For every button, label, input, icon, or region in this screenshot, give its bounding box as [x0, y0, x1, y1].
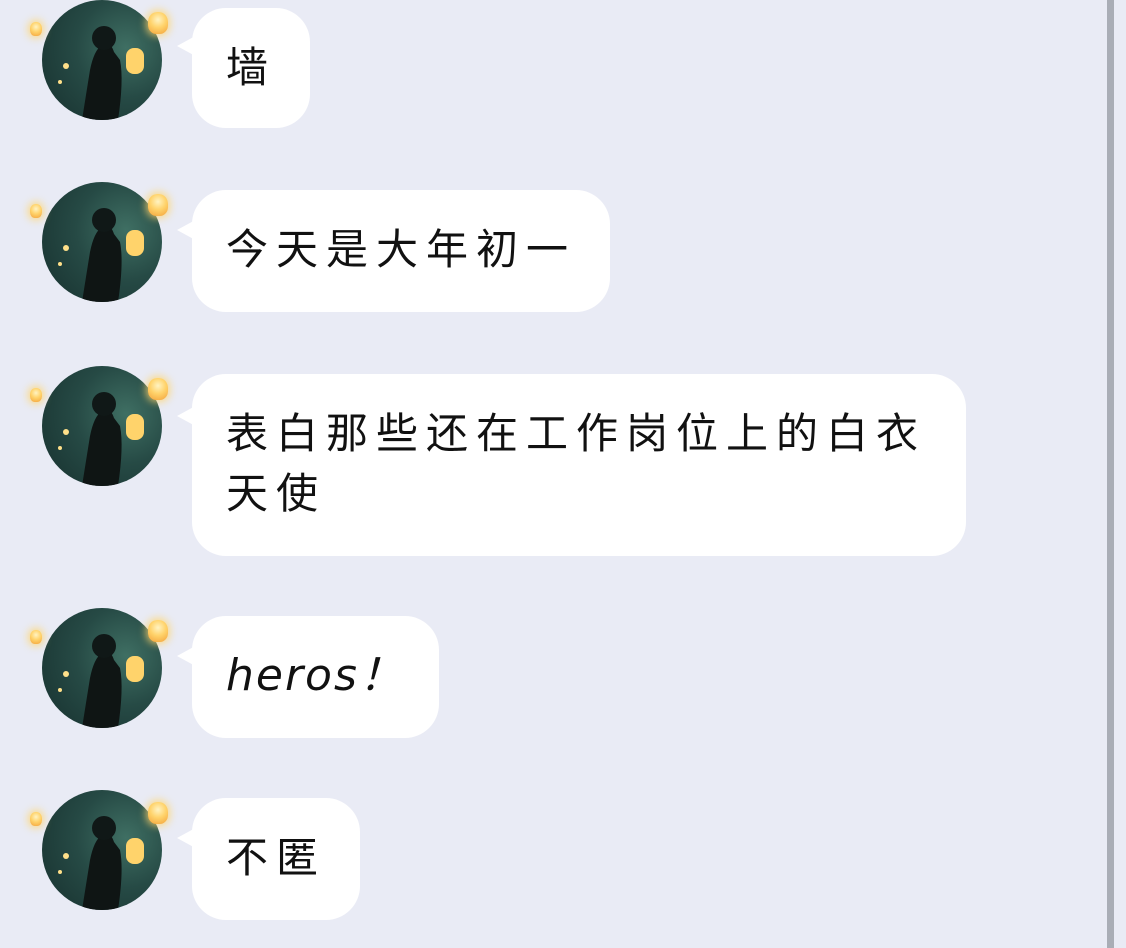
avatar-image: [58, 634, 144, 728]
avatar[interactable]: [42, 608, 162, 728]
lantern-decoration: [148, 378, 168, 400]
message-row: 表白那些还在工作岗位上的白衣天使: [0, 366, 1100, 556]
avatar[interactable]: [42, 0, 162, 120]
message-bubble[interactable]: 墙: [192, 8, 311, 128]
message-text: 不匿: [226, 833, 327, 882]
message-bubble[interactable]: heros！: [192, 616, 439, 738]
lantern-decoration: [30, 812, 42, 826]
avatar-image: [58, 816, 144, 910]
avatar[interactable]: [42, 790, 162, 910]
message-row: 墙: [0, 0, 1100, 130]
lantern-decoration: [148, 802, 168, 824]
lantern-decoration: [30, 204, 42, 218]
message-row: 不匿: [0, 790, 1100, 920]
message-text: heros！: [226, 650, 405, 701]
lantern-decoration: [148, 620, 168, 642]
scrollbar[interactable]: [1107, 0, 1114, 948]
message-text: 墙: [226, 43, 277, 92]
lantern-decoration: [30, 630, 42, 644]
lantern-decoration: [30, 22, 42, 36]
avatar-image: [58, 208, 144, 302]
message-row: 今天是大年初一: [0, 182, 1100, 312]
lantern-decoration: [30, 388, 42, 402]
message-text: 表白那些还在工作岗位上的白衣天使: [226, 409, 927, 518]
avatar[interactable]: [42, 366, 162, 486]
message-text: 今天是大年初一: [226, 225, 577, 274]
message-bubble[interactable]: 不匿: [192, 798, 361, 920]
lantern-decoration: [148, 12, 168, 34]
message-row: heros！: [0, 608, 1100, 738]
avatar[interactable]: [42, 182, 162, 302]
chat-message-list[interactable]: 墙 今天是大年初一 表白那些还在工作岗位上的白衣天使 heros！ 不匿: [0, 0, 1110, 948]
avatar-image: [58, 26, 144, 120]
lantern-decoration: [148, 194, 168, 216]
avatar-image: [58, 392, 144, 486]
message-bubble[interactable]: 表白那些还在工作岗位上的白衣天使: [192, 374, 966, 556]
message-bubble[interactable]: 今天是大年初一: [192, 190, 611, 312]
